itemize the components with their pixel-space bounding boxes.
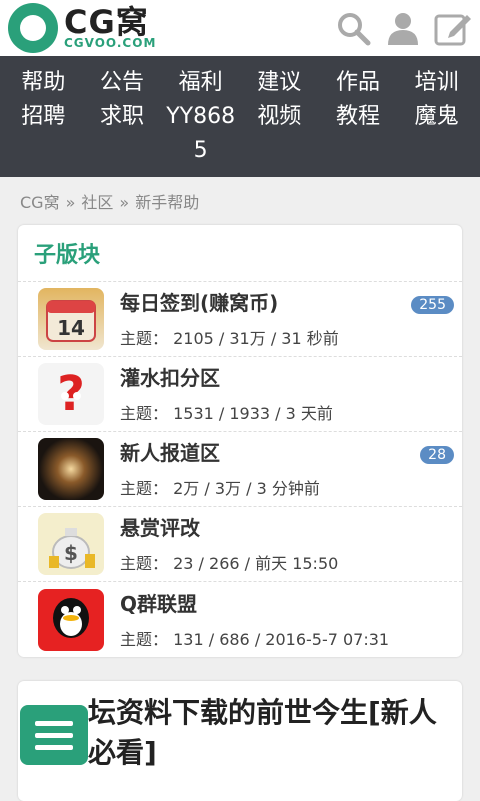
nav-item-suggestions[interactable]: 建议 xyxy=(242,66,316,100)
subforum-name: 新人报道区 xyxy=(120,441,220,465)
breadcrumb-current: 新手帮助 xyxy=(135,193,200,212)
logo-badge-icon xyxy=(8,3,58,53)
calendar-14-icon: 14 xyxy=(38,288,104,350)
thread-title[interactable]: 坛资料下载的前世今生[新人必看] xyxy=(30,693,450,773)
subforum-name: 灌水扣分区 xyxy=(120,366,220,390)
breadcrumb: CG窝 » 社区 » 新手帮助 xyxy=(0,177,480,225)
nav-item-help[interactable]: 帮助 xyxy=(6,66,80,100)
subforum-stats: 主题： 131 / 686 / 2016-5-7 07:31 xyxy=(120,629,390,649)
subforum-row[interactable]: Q群联盟 主题： 131 / 686 / 2016-5-7 07:31 xyxy=(18,582,462,657)
hamburger-icon xyxy=(35,720,73,726)
site-logo[interactable]: CG窝 CGVOO.COM xyxy=(8,3,156,53)
subforum-stats: 主题： 1531 / 1933 / 3 天前 xyxy=(120,404,333,423)
app-header: CG窝 CGVOO.COM xyxy=(0,0,480,56)
search-icon[interactable] xyxy=(334,9,372,47)
subforum-name: 悬赏评改 xyxy=(120,516,200,540)
money-bag-icon: $ xyxy=(38,513,104,575)
nav-item-welfare[interactable]: 福利 xyxy=(164,66,238,100)
subforum-name: Q群联盟 xyxy=(120,591,198,616)
subforum-row[interactable]: 14 每日签到(赚窝币) 主题： 2105 / 31万 / 31 秒前 255 xyxy=(18,282,462,357)
nav-item-yy[interactable]: YY8685 xyxy=(164,100,238,168)
nav-item-videos[interactable]: 视频 xyxy=(242,100,316,134)
breadcrumb-separator: » xyxy=(119,193,130,212)
svg-text:$: $ xyxy=(64,541,78,565)
svg-text:14: 14 xyxy=(57,316,85,340)
edit-icon[interactable] xyxy=(434,9,472,47)
subforum-row[interactable]: ? 灌水扣分区 主题： 1531 / 1933 / 3 天前 xyxy=(18,357,462,432)
nav-item-jobs[interactable]: 招聘 xyxy=(6,100,80,134)
nav-item-devil[interactable]: 魔鬼 xyxy=(400,100,474,134)
subforum-stats: 主题： 23 / 266 / 前天 15:50 xyxy=(120,554,339,573)
qq-penguin-icon xyxy=(38,588,104,651)
subforum-row[interactable]: 新人报道区 主题： 2万 / 3万 / 3 分钟前 28 xyxy=(18,432,462,507)
nav-item-job-seeking[interactable]: 求职 xyxy=(85,100,159,134)
nav-item-training[interactable]: 培训 xyxy=(400,66,474,100)
category-nav: 帮助 招聘 公告 求职 福利 YY8685 建议 视频 作品 教程 培训 魔鬼 xyxy=(0,56,480,177)
logo-sub-text: CGVOO.COM xyxy=(64,36,157,50)
subforum-card: 子版块 14 每日签到(赚窝币) 主题： 2105 / 31万 / 31 秒前 … xyxy=(18,225,462,657)
new-posts-badge: 255 xyxy=(411,296,454,314)
breadcrumb-home[interactable]: CG窝 xyxy=(20,193,60,212)
subforum-row[interactable]: $ 悬赏评改 主题： 23 / 266 / 前天 15:50 xyxy=(18,507,462,582)
question-mascot-icon: ? xyxy=(38,363,104,425)
nav-item-announcements[interactable]: 公告 xyxy=(85,66,159,100)
subforum-stats: 主题： 2105 / 31万 / 31 秒前 xyxy=(120,329,339,348)
svg-text:?: ? xyxy=(57,366,85,422)
menu-fab-button[interactable] xyxy=(20,705,88,765)
nav-item-tutorials[interactable]: 教程 xyxy=(321,100,395,134)
subforum-name: 每日签到(赚窝币) xyxy=(120,291,279,315)
user-icon[interactable] xyxy=(384,9,422,47)
subforum-title: 子版块 xyxy=(18,225,462,282)
breadcrumb-separator: » xyxy=(65,193,76,212)
subforum-stats: 主题： 2万 / 3万 / 3 分钟前 xyxy=(120,479,320,498)
logo-main-text: CG窝 xyxy=(64,3,149,41)
nav-item-works[interactable]: 作品 xyxy=(321,66,395,100)
breadcrumb-community[interactable]: 社区 xyxy=(81,193,113,212)
galaxy-icon xyxy=(38,438,104,500)
new-posts-badge: 28 xyxy=(420,446,454,464)
